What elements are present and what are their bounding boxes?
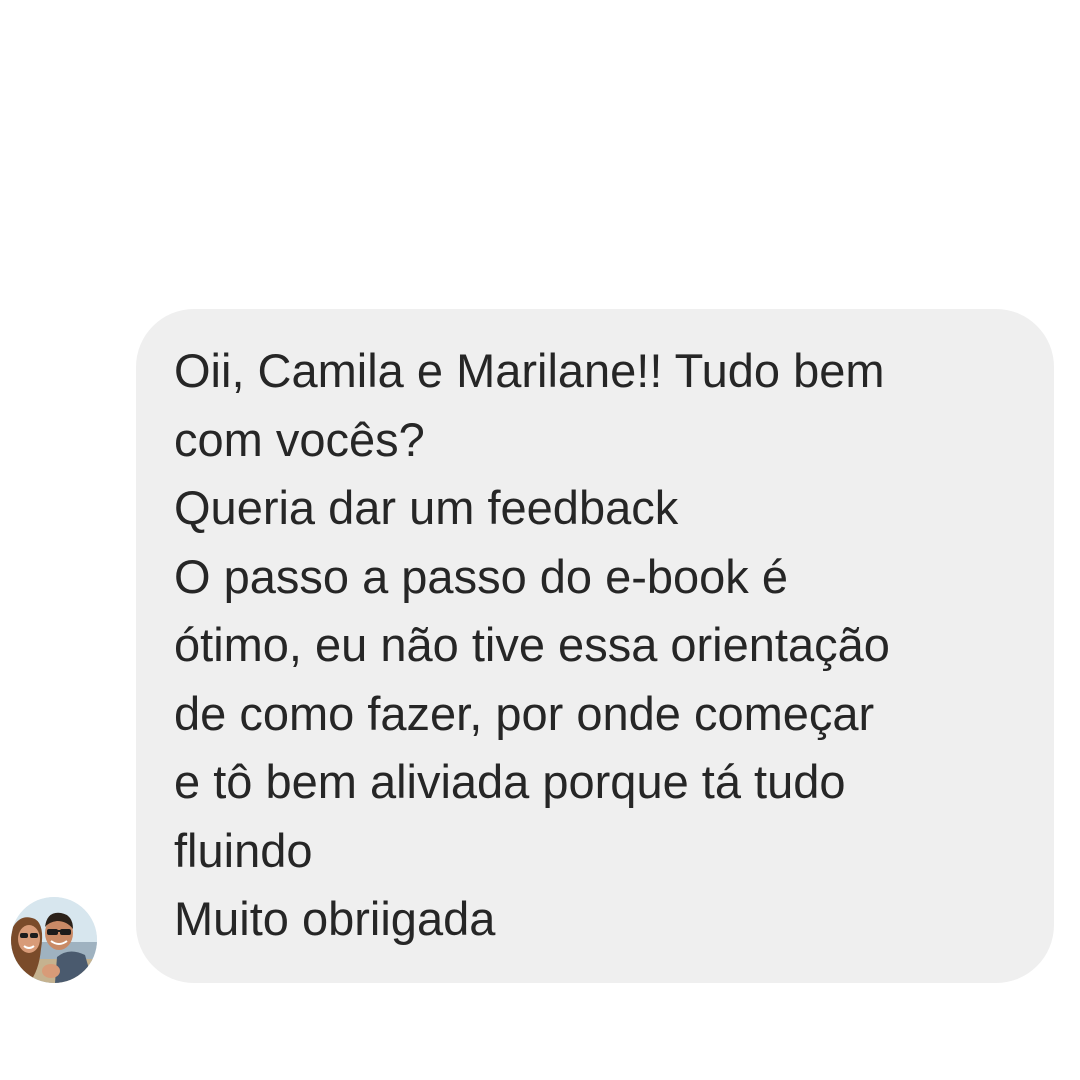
message-line: Oii, Camila e Marilane!! Tudo bem bbox=[174, 344, 885, 397]
message-line: fluindo bbox=[174, 823, 313, 877]
message-line: e tô bem aliviada porque tá tudo bbox=[174, 755, 846, 808]
sender-avatar[interactable] bbox=[11, 897, 97, 983]
message-line: O passo a passo do e-book é bbox=[174, 549, 789, 603]
chat-screen: Oii, Camila e Marilane!! Tudo bem com vo… bbox=[0, 0, 1080, 1080]
message-line: com vocês? bbox=[174, 412, 425, 466]
message-bubble[interactable]: Oii, Camila e Marilane!! Tudo bem com vo… bbox=[136, 309, 1054, 983]
message-line: de como fazer, por onde começar bbox=[174, 686, 875, 740]
profile-photo-avatar-icon bbox=[11, 897, 97, 983]
message-line: ótimo, eu não tive essa orientação bbox=[174, 618, 890, 671]
message-line: Queria dar um feedback bbox=[174, 481, 679, 534]
message-line: Muito obriigada bbox=[174, 892, 496, 945]
